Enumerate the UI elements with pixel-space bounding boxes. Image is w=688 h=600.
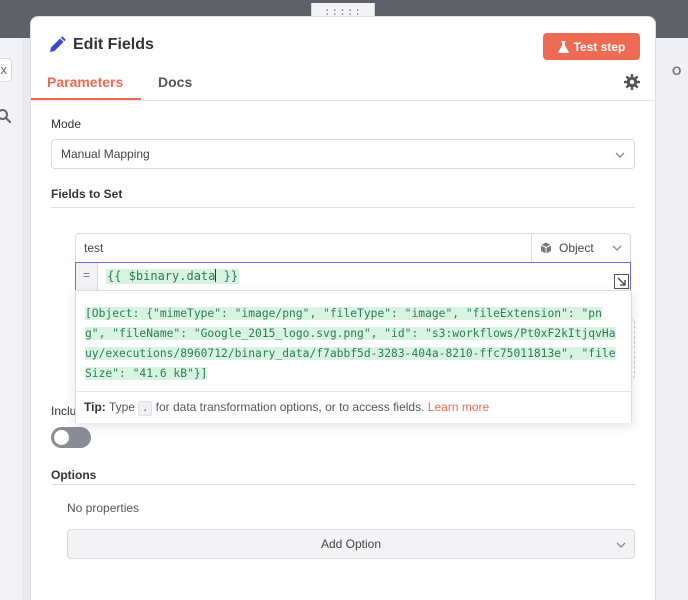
- node-title[interactable]: Edit Fields: [73, 36, 154, 54]
- tip-text-after: for data transformation options, or to a…: [155, 400, 425, 414]
- tab-parameters[interactable]: Parameters: [47, 74, 123, 90]
- tip-label: Tip:: [84, 400, 106, 414]
- chevron-down-icon: [616, 542, 626, 548]
- search-icon[interactable]: [0, 108, 12, 124]
- panel-header: Edit Fields Test step: [31, 17, 655, 75]
- field-type-select[interactable]: Object: [531, 234, 631, 262]
- include-other-fields-label: Inclu: [51, 404, 77, 418]
- toggle-knob: [54, 430, 69, 445]
- expression-result-popup: [Object: {"mimeType": "image/png", "file…: [75, 290, 632, 423]
- tip-key: .: [138, 401, 153, 416]
- add-option-label: Add Option: [320, 537, 382, 551]
- section-divider: [51, 207, 635, 208]
- tip-bar: Tip: Type . for data transformation opti…: [76, 391, 631, 423]
- include-other-fields-toggle[interactable]: [51, 427, 91, 448]
- output-panel-edge: [656, 38, 688, 600]
- pencil-icon: [50, 36, 66, 52]
- expand-arrow-glyph: [617, 277, 626, 286]
- panel-tabs: Parameters Docs: [31, 71, 655, 101]
- expression-text-before-cursor: {{ $binary.data: [107, 269, 216, 283]
- cube-icon: [540, 242, 552, 254]
- expand-icon[interactable]: [614, 274, 629, 289]
- test-step-label: Test step: [573, 39, 626, 54]
- no-properties-text: No properties: [67, 501, 140, 515]
- tab-docs[interactable]: Docs: [158, 74, 192, 90]
- add-option-dropdown[interactable]: Add Option: [67, 529, 635, 559]
- section-divider: [51, 484, 635, 485]
- mode-select[interactable]: Manual Mapping: [51, 139, 635, 169]
- close-icon[interactable]: x: [0, 58, 12, 82]
- mode-value: Manual Mapping: [61, 147, 150, 161]
- expression-mode-indicator: =: [76, 263, 98, 290]
- field-value-expression-input[interactable]: = {{ $binary.data }}: [75, 262, 631, 291]
- output-panel-label: O U: [672, 64, 688, 78]
- active-tab-indicator: [31, 98, 141, 100]
- field-type-value: Object: [559, 241, 594, 255]
- mode-label: Mode: [51, 117, 82, 131]
- fields-to-set-label: Fields to Set: [51, 187, 123, 201]
- expression-text[interactable]: {{ $binary.data }}: [106, 269, 240, 284]
- chevron-down-icon: [615, 152, 625, 158]
- flask-icon: [557, 40, 569, 53]
- options-label: Options: [51, 468, 97, 482]
- learn-more-link[interactable]: Learn more: [428, 400, 489, 414]
- test-step-button[interactable]: Test step: [543, 33, 640, 60]
- gear-icon[interactable]: [624, 74, 640, 90]
- tip-text-before: Type: [108, 400, 135, 414]
- result-preview-text: [Object: {"mimeType": "image/png", "file…: [85, 307, 616, 380]
- expression-text-after-cursor: }}: [216, 269, 239, 283]
- field-name-input[interactable]: test: [84, 234, 524, 262]
- field-assignment-row: test Object: [75, 233, 631, 263]
- node-settings-panel: Edit Fields Test step Parameters Docs Mo…: [30, 16, 656, 600]
- chevron-down-icon: [612, 245, 622, 251]
- result-preview: [Object: {"mimeType": "image/png", "file…: [85, 304, 620, 384]
